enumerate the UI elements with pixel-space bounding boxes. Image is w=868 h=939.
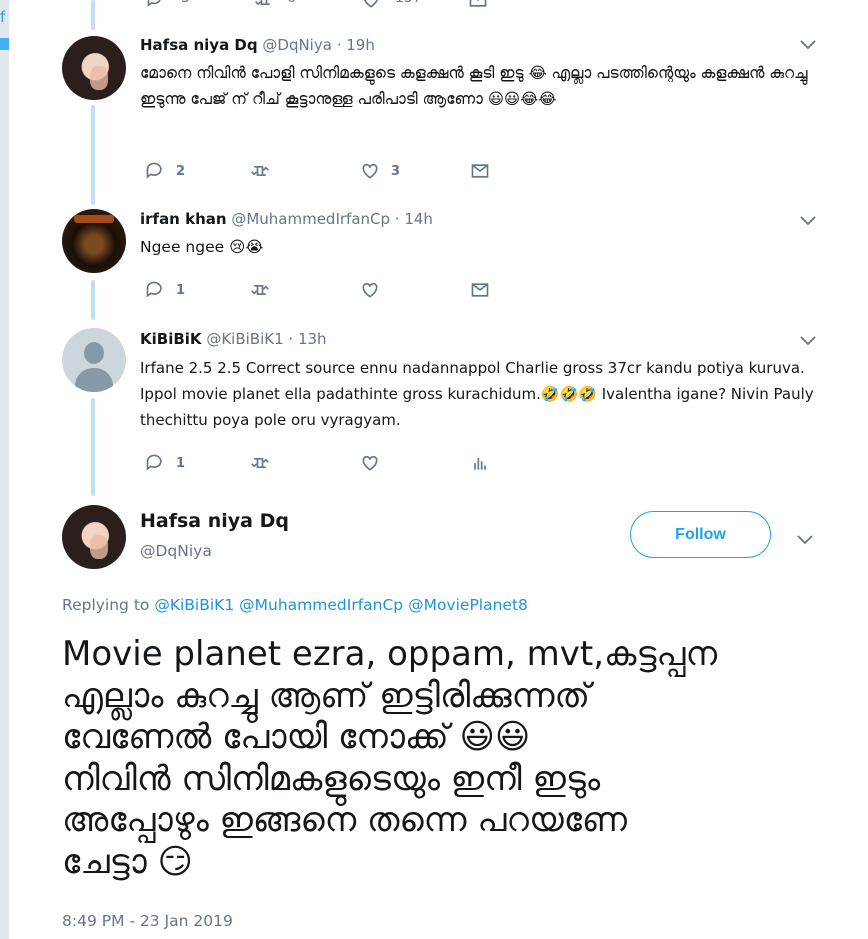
tweet-time[interactable]: · 19h bbox=[337, 36, 375, 54]
left-panel-glyph: f bbox=[0, 8, 6, 26]
main-user-name[interactable]: Hafsa niya Dq bbox=[140, 510, 289, 532]
chevron-down-icon[interactable] bbox=[797, 530, 817, 546]
main-text-line: അപ്പോഴും ഇങ്ങനെ തന്നെ പറയണേ bbox=[62, 800, 627, 840]
reply-icon bbox=[146, 454, 162, 471]
like-icon bbox=[362, 163, 378, 179]
like-icon bbox=[362, 282, 378, 298]
reply-tweet[interactable]: KiBiBiK @KiBiBiK1 · 13h Irfane 2.5 2.5 C… bbox=[62, 328, 822, 478]
user-name[interactable]: KiBiBiK bbox=[140, 330, 202, 348]
retweet-icon bbox=[251, 285, 269, 295]
tweet-text: Ngee ngee 😢😭 bbox=[140, 238, 264, 256]
retweet-icon bbox=[251, 166, 269, 176]
main-text-line: എല്ലാം കുറച്ചു ആണ് ഇട്ടിരിക്കുന്നത് bbox=[62, 675, 591, 716]
tweet-actions: 1 bbox=[144, 280, 504, 300]
user-handle[interactable]: @DqNiya bbox=[262, 36, 332, 54]
reply-icon bbox=[146, 162, 162, 179]
main-text-line: നിവിൻ സിനിമകളുടെയും ഇനീ ഇടും bbox=[62, 758, 601, 799]
main-text-line: Movie planet ezra, oppam, mvt,കട്ടപ്പന bbox=[62, 634, 717, 674]
retweet-button[interactable] bbox=[249, 280, 281, 300]
reply-count: 2 bbox=[176, 163, 186, 179]
retweet-button[interactable] bbox=[249, 453, 281, 473]
retweet-button[interactable] bbox=[249, 161, 281, 181]
chevron-down-icon[interactable] bbox=[798, 334, 818, 350]
tweet-text: Irfane 2.5 2.5 Correct source ennu nadan… bbox=[140, 359, 814, 429]
mention-link[interactable]: @MuhammedIrfanCp bbox=[239, 596, 403, 614]
user-handle[interactable]: @KiBiBiK1 bbox=[206, 330, 283, 348]
main-text-line: വേണേൽ പോയി നോക്ക് 😃😃 bbox=[62, 717, 531, 757]
reply-tweet[interactable]: irfan khan @MuhammedIrfanCp · 14h Ngee n… bbox=[62, 209, 822, 309]
default-avatar-icon[interactable] bbox=[62, 328, 126, 392]
message-button[interactable] bbox=[469, 161, 501, 181]
previous-tweet-actions: 3 6 137 bbox=[145, 0, 545, 8]
tweet-actions: 1 bbox=[144, 453, 504, 473]
message-button[interactable] bbox=[469, 280, 501, 300]
tweet-text: മോനെ നിവിൻ പോളി സിനിമകളുടെ കളക്ഷൻ കൂടി ഇ… bbox=[140, 64, 808, 108]
previous-retweet-count: 6 bbox=[287, 0, 296, 6]
reply-icon[interactable] bbox=[145, 0, 167, 8]
like-icon[interactable] bbox=[360, 0, 382, 8]
tweet-header: Hafsa niya Dq @DqNiya · 19h bbox=[140, 36, 375, 56]
reply-count: 1 bbox=[176, 282, 186, 298]
avatar[interactable] bbox=[62, 209, 126, 273]
envelope-icon bbox=[471, 164, 489, 178]
reply-tweet[interactable]: Hafsa niya Dq @DqNiya · 19h മോനെ നിവിൻ പ… bbox=[62, 36, 822, 186]
main-tweet-text: Movie planet ezra, oppam, mvt,കട്ടപ്പന എ… bbox=[62, 634, 832, 883]
chevron-down-icon[interactable] bbox=[798, 38, 818, 54]
envelope-icon bbox=[471, 283, 489, 297]
like-button[interactable] bbox=[359, 280, 391, 300]
left-panel-accent bbox=[0, 38, 9, 50]
previous-reply-count: 3 bbox=[181, 0, 190, 6]
mention-link[interactable]: @MoviePlanet8 bbox=[408, 596, 528, 614]
envelope-icon[interactable] bbox=[467, 0, 489, 8]
reply-button[interactable]: 2 bbox=[144, 161, 185, 181]
analytics-icon bbox=[474, 458, 486, 470]
previous-like-count: 137 bbox=[395, 0, 422, 6]
tweet-time[interactable]: · 14h bbox=[395, 210, 433, 228]
like-count: 3 bbox=[391, 163, 401, 179]
left-panel-edge: f bbox=[0, 0, 9, 939]
mention-link[interactable]: @KiBiBiK1 bbox=[154, 596, 234, 614]
follow-button[interactable]: Follow bbox=[630, 511, 771, 558]
replying-to-line: Replying to @KiBiBiK1 @MuhammedIrfanCp @… bbox=[62, 596, 528, 614]
chevron-down-icon[interactable] bbox=[798, 214, 818, 230]
tweet-header: irfan khan @MuhammedIrfanCp · 14h bbox=[140, 210, 433, 230]
like-button[interactable] bbox=[359, 453, 391, 473]
tweet-header: KiBiBiK @KiBiBiK1 · 13h bbox=[140, 330, 327, 350]
main-text-line: ചേട്ടാ 😏 bbox=[62, 841, 193, 882]
tweet-timestamp[interactable]: 8:49 PM - 23 Jan 2019 bbox=[62, 912, 233, 930]
tweet-actions: 2 3 bbox=[144, 161, 504, 181]
reply-button[interactable]: 1 bbox=[144, 280, 185, 300]
main-user-handle[interactable]: @DqNiya bbox=[140, 542, 212, 560]
reply-count: 1 bbox=[176, 455, 186, 471]
like-icon bbox=[362, 455, 378, 471]
reply-button[interactable]: 1 bbox=[144, 453, 185, 473]
thread-line bbox=[91, 0, 95, 30]
retweet-icon bbox=[251, 458, 269, 468]
avatar[interactable] bbox=[62, 505, 126, 569]
like-button[interactable]: 3 bbox=[359, 161, 400, 181]
replying-to-label: Replying to bbox=[62, 596, 150, 614]
retweet-icon[interactable] bbox=[253, 0, 275, 8]
user-name[interactable]: Hafsa niya Dq bbox=[140, 36, 258, 54]
tweet-time[interactable]: · 13h bbox=[288, 330, 326, 348]
analytics-button[interactable] bbox=[469, 453, 501, 473]
reply-icon bbox=[146, 281, 162, 298]
user-handle[interactable]: @MuhammedIrfanCp bbox=[231, 210, 390, 228]
avatar[interactable] bbox=[62, 36, 126, 100]
user-name[interactable]: irfan khan bbox=[140, 210, 227, 228]
